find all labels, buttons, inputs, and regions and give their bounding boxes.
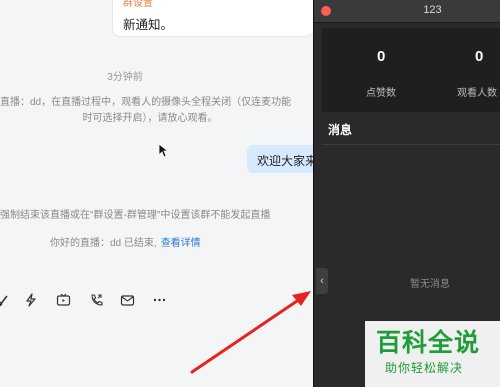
divider <box>322 144 500 145</box>
message-bubble-top: 群设置 新通知。 <box>112 0 314 37</box>
message-timestamp: 3分钟前 <box>107 72 143 83</box>
more-icon[interactable] <box>151 293 167 309</box>
chat-area: 群设置 新通知。 3分钟前 直播：dd，在直播过程中，观看人的摄像头全程关闭（仅… <box>0 0 327 387</box>
phone-icon[interactable] <box>88 293 104 309</box>
viewers-label: 观看人数 <box>457 88 497 99</box>
live-ended-message: 你好的直播：dd 已结束, 查看详情 <box>50 234 201 249</box>
system-notice-line1: 直播：dd，在直播过程中，观看人的摄像头全程关闭（仅连麦功能 <box>0 97 292 108</box>
collapse-panel-button[interactable]: ‹ <box>316 268 328 294</box>
my-message-text: 欢迎大家来 <box>257 154 318 168</box>
message-sender-label: 群设置 <box>123 0 153 9</box>
watermark-subtitle: 助你轻松解决 <box>385 361 464 375</box>
system-notice-line2: 时可选择开启），请放心观看。 <box>82 113 218 124</box>
view-details-link[interactable]: 查看详情 <box>161 238 201 249</box>
messages-title: 消息 <box>328 123 353 137</box>
live-end-notice: 强制结束该直播或在"群设置-群管理"中设置该群不能发起直播 <box>0 210 271 221</box>
watermark-logo: 百科全说 助你轻松解决 <box>365 321 500 387</box>
window-title: 123 <box>423 4 442 16</box>
scissors-icon[interactable] <box>0 293 12 309</box>
watermark-title: 百科全说 <box>376 329 481 357</box>
system-notice: 直播：dd，在直播过程中，观看人的摄像头全程关闭（仅连麦功能 时可选择开启），请… <box>0 95 300 127</box>
empty-messages-text: 暂无消息 <box>410 279 450 290</box>
mouse-cursor-icon <box>158 143 170 161</box>
live-ended-text: 你好的直播：dd 已结束, <box>50 238 157 249</box>
window-titlebar: 123 <box>314 0 500 23</box>
likes-count: 0 <box>377 48 386 65</box>
message-text: 新通知。 <box>123 18 174 32</box>
lightning-icon[interactable] <box>23 293 39 309</box>
tv-icon[interactable] <box>55 293 71 309</box>
viewers-count: 0 <box>475 48 484 65</box>
mail-icon[interactable] <box>119 293 135 309</box>
likes-label: 点赞数 <box>366 88 396 99</box>
stats-panel: 0 点赞数 0 观看人数 <box>322 28 500 112</box>
